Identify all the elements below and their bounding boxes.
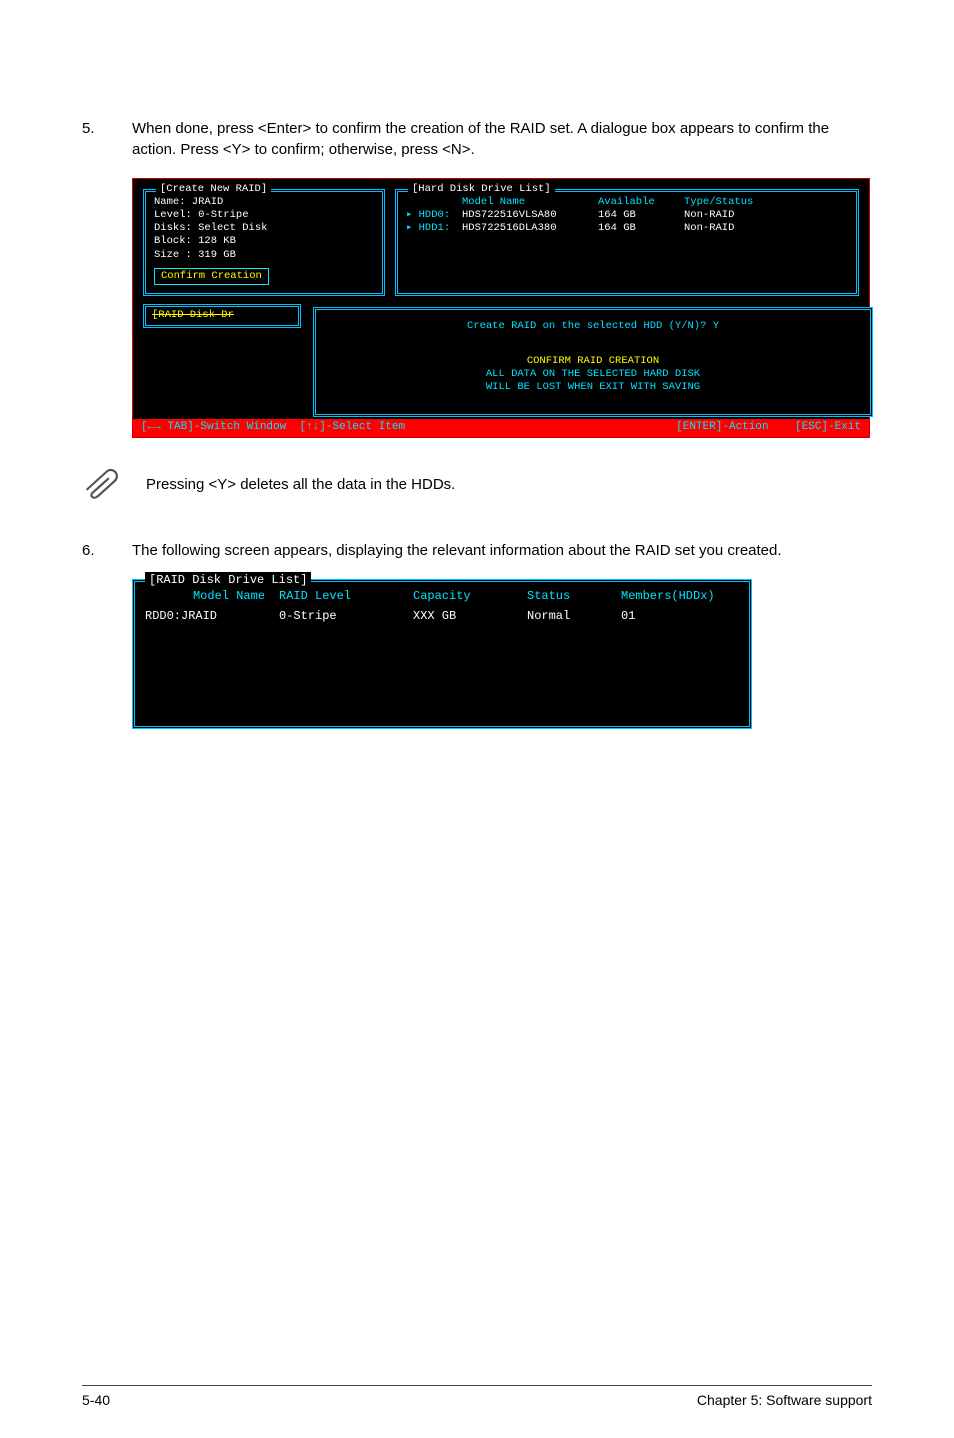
dialog-warnhead: CONFIRM RAID CREATION: [326, 355, 860, 368]
confirm-creation-button[interactable]: Confirm Creation: [154, 268, 269, 285]
step-number: 5.: [82, 118, 104, 160]
row-status: Normal: [527, 608, 607, 624]
raid-block: Block: 128 KB: [154, 235, 374, 248]
hdd-head-model: Model Name: [462, 196, 592, 209]
footer-action: [ENTER]-Action: [676, 421, 768, 433]
create-title: [Create New RAID]: [156, 183, 271, 196]
step-6: 6. The following screen appears, display…: [82, 540, 872, 561]
note-paperclip-icon: [82, 466, 124, 502]
footer-exit: [ESC]-Exit: [795, 421, 861, 433]
footer-switch-window: [←→ TAB]-Switch Window: [141, 421, 286, 433]
raid-level: Level: 0-Stripe: [154, 209, 374, 222]
col-raid-level: RAID Level: [279, 588, 399, 604]
footer-select-item: [↑↓]-Select Item: [299, 421, 405, 433]
bios-footer-bar: [←→ TAB]-Switch Window [↑↓]-Select Item …: [133, 419, 869, 437]
create-new-raid-box: [Create New RAID] Name: JRAID Level: 0-S…: [143, 189, 385, 296]
hdd1-type: Non-RAID: [684, 222, 774, 235]
hdd0-idx: ▸ HDD0:: [406, 209, 456, 222]
step-number: 6.: [82, 540, 104, 561]
bios-screenshot-2: [RAID Disk Drive List] Model Name RAID L…: [132, 579, 752, 729]
page-footer: 5-40 Chapter 5: Software support: [82, 1385, 872, 1408]
hdd-head-type: Type/Status: [684, 196, 774, 209]
col-status: Status: [527, 588, 607, 604]
note-text: Pressing <Y> deletes all the data in the…: [146, 476, 455, 493]
confirm-dialog: Create RAID on the selected HDD (Y/N)? Y…: [313, 307, 873, 417]
step-body: The following screen appears, displaying…: [132, 540, 872, 561]
row-raid-level: 0-Stripe: [279, 608, 399, 624]
raid-disks: Disks: Select Disk: [154, 222, 374, 235]
raid-list-title: [RAID Disk Drive List]: [145, 572, 311, 588]
hdd1-idx: ▸ HDD1:: [406, 222, 456, 235]
dialog-warn2: WILL BE LOST WHEN EXIT WITH SAVING: [326, 381, 860, 394]
hdd0-avail: 164 GB: [598, 209, 678, 222]
hdd0-model: HDS722516VLSA80: [462, 209, 592, 222]
row-capacity: XXX GB: [413, 608, 513, 624]
col-members: Members(HDDx): [621, 588, 739, 604]
hdd1-model: HDS722516DLA380: [462, 222, 592, 235]
hdd0-type: Non-RAID: [684, 209, 774, 222]
hdd1-avail: 164 GB: [598, 222, 678, 235]
col-capacity: Capacity: [413, 588, 513, 604]
row-members: 01: [621, 608, 739, 624]
note-row: Pressing <Y> deletes all the data in the…: [82, 466, 872, 502]
chapter-title: Chapter 5: Software support: [697, 1392, 872, 1408]
raid-disk-dr-partial: [RAID Disk Dr: [143, 304, 301, 328]
bios-screenshot-1: [Create New RAID] Name: JRAID Level: 0-S…: [132, 178, 870, 438]
row-model-name: RDD0:JRAID: [145, 608, 265, 624]
page-number: 5-40: [82, 1392, 110, 1408]
hard-disk-drive-list-box: [Hard Disk Drive List] Model Name Availa…: [395, 189, 859, 296]
hdd-head-avail: Available: [598, 196, 678, 209]
col-model-name: Model Name: [145, 588, 265, 604]
hdd-title: [Hard Disk Drive List]: [408, 183, 555, 196]
raid-size: Size : 319 GB: [154, 249, 374, 262]
raid-name: Name: JRAID: [154, 196, 374, 209]
dialog-warn1: ALL DATA ON THE SELECTED HARD DISK: [326, 368, 860, 381]
step-5: 5. When done, press <Enter> to confirm t…: [82, 118, 872, 160]
dialog-prompt: Create RAID on the selected HDD (Y/N)? Y: [326, 320, 860, 333]
step-body: When done, press <Enter> to confirm the …: [132, 118, 872, 160]
